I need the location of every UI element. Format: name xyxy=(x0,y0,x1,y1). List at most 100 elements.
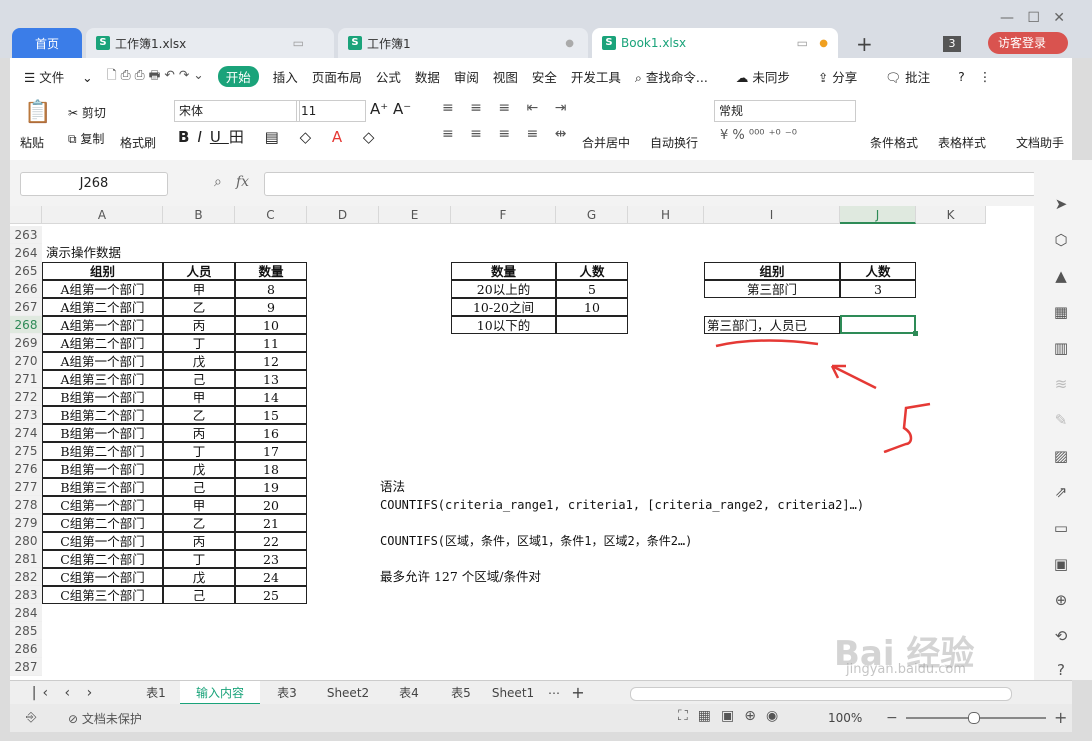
sheet-tab-input[interactable]: 输入内容 xyxy=(180,681,260,705)
merge-center-button[interactable]: 合并居中 xyxy=(582,134,630,151)
sheet-icon: S xyxy=(602,36,616,50)
fx-button[interactable]: fx xyxy=(236,174,249,190)
menu-start[interactable]: 开始 xyxy=(217,65,259,87)
sheet-tab-1[interactable]: 表1 xyxy=(136,681,176,705)
paste-button[interactable]: 粘贴 xyxy=(20,134,44,151)
edit-icon[interactable]: ✎ xyxy=(1051,410,1071,430)
archive-icon[interactable]: ▭ xyxy=(1051,518,1071,538)
menu-security[interactable]: 安全 xyxy=(532,67,557,86)
menu-developer[interactable]: 开发工具 xyxy=(571,67,621,86)
number-format-icons[interactable]: ¥ % ⁰⁰⁰ ⁺⁰ ⁻⁰ xyxy=(720,128,797,143)
comment-button[interactable]: 🗨 批注 xyxy=(885,67,944,86)
style-icon[interactable]: ▲ xyxy=(1051,266,1071,286)
search-command-label: 查找命令... xyxy=(645,69,708,85)
formula-input[interactable] xyxy=(264,172,1036,196)
shapes-icon[interactable]: ⬡ xyxy=(1051,230,1071,250)
settings-icon[interactable]: ≋ xyxy=(1051,374,1071,394)
new-tab-button[interactable]: + xyxy=(856,32,873,56)
sheet-icon: S xyxy=(96,36,110,50)
image-gallery-icon[interactable]: ▨ xyxy=(1051,446,1071,466)
red-handwritten-5 xyxy=(883,402,931,454)
tab-label: Book1.xlsx xyxy=(621,36,687,50)
layout-icon[interactable]: ⎆ xyxy=(26,710,36,725)
sheet-tab-4[interactable]: 表4 xyxy=(388,681,430,705)
format-painter-button[interactable]: 格式刷 xyxy=(120,134,156,151)
align-icons-bottom[interactable]: ≡ ≡ ≡ ≡ ⇹ xyxy=(442,126,572,142)
sheet-tabs-bar: |‹ ‹ › ›| 表1 输入内容 表3 Sheet2 表4 表5 Sheet1… xyxy=(10,680,1072,725)
zoom-in-icon[interactable]: + xyxy=(1054,708,1067,727)
share-icon[interactable]: ⇗ xyxy=(1051,482,1071,502)
zoom-search-icon[interactable]: ⌕ xyxy=(214,174,222,190)
chart-icon[interactable]: ▥ xyxy=(1051,338,1071,358)
grid-icon[interactable]: ▦ xyxy=(1051,302,1071,322)
zoom-level[interactable]: 100% xyxy=(828,711,862,725)
tab-workbook1[interactable]: S 工作簿1 ● xyxy=(338,28,588,58)
unsync-button[interactable]: ☁ 未同步 xyxy=(736,67,804,86)
sheet-tab-sheet1[interactable]: Sheet1 xyxy=(488,681,538,705)
name-box[interactable]: J268 xyxy=(20,172,168,196)
menu-page-layout[interactable]: 页面布局 xyxy=(312,67,362,86)
status-bar: ⎆ ⊘ 文档未保护 ⛶▦▣⊕◉ 100% − + xyxy=(10,704,1072,732)
search-command[interactable]: ⌕ 查找命令... xyxy=(635,67,722,86)
pointer-icon[interactable]: ➤ xyxy=(1051,194,1071,214)
history-icon[interactable]: ⟲ xyxy=(1051,626,1071,646)
horizontal-scrollbar[interactable] xyxy=(630,687,1012,701)
unsync-label: 未同步 xyxy=(752,69,790,85)
cut-button[interactable]: ✂ 剪切 xyxy=(68,104,106,121)
login-button[interactable]: 访客登录 xyxy=(988,32,1068,54)
more-tabs-icon[interactable]: ⋯ xyxy=(544,681,564,705)
menu-data[interactable]: 数据 xyxy=(415,67,440,86)
help-icon[interactable]: ? xyxy=(958,69,965,84)
picture-icon[interactable]: ▣ xyxy=(1051,554,1071,574)
align-icons-top[interactable]: ≡ ≡ ≡ ⇤ ⇥ xyxy=(442,100,572,116)
paste-icon[interactable]: 📋 xyxy=(24,100,51,125)
font-size-select[interactable]: 11 xyxy=(296,100,366,122)
copy-label: 复制 xyxy=(80,132,105,146)
monitor-icon: ▭ xyxy=(796,36,808,50)
protect-status-label: 文档未保护 xyxy=(81,712,142,726)
tab-workbook1-xlsx[interactable]: S 工作簿1.xlsx ▭ xyxy=(86,28,334,58)
share-button[interactable]: ⇪ 分享 xyxy=(818,67,871,86)
tab-count-badge[interactable]: 3 xyxy=(943,36,961,52)
right-sidebar: ➤ ⬡ ▲ ▦ ▥ ≋ ✎ ▨ ⇗ ▭ ▣ ⊕ ⟲ ? xyxy=(1034,160,1092,680)
menu-view[interactable]: 视图 xyxy=(493,67,518,86)
sheet-tab-3[interactable]: 表3 xyxy=(266,681,308,705)
window-controls[interactable]: — ☐ ✕ xyxy=(1000,10,1065,26)
menu-review[interactable]: 审阅 xyxy=(454,67,479,86)
font-style-icons[interactable]: BIU田 ▤ ◇ A ◇ xyxy=(178,126,382,147)
doc-helper-button[interactable]: 文档助手 xyxy=(1016,134,1064,151)
toolbar-quick-icons[interactable]: 🗋 ⎙ ⎙ 🖶 ↶ ↷ ⌄ xyxy=(107,66,204,87)
menu-formula[interactable]: 公式 xyxy=(376,67,401,86)
tab-home[interactable]: 首页 xyxy=(12,28,82,58)
cut-label: 剪切 xyxy=(81,106,106,120)
conditional-format-button[interactable]: 条件格式 xyxy=(870,134,918,151)
menu-insert[interactable]: 插入 xyxy=(273,67,298,86)
zoom-slider-thumb[interactable] xyxy=(968,712,980,724)
number-format-select[interactable]: 常规 xyxy=(714,100,856,122)
login-label: 访客登录 xyxy=(998,36,1047,50)
dot-icon: ● xyxy=(565,37,574,49)
add-sheet-button[interactable]: + xyxy=(568,681,588,705)
view-mode-icons[interactable]: ⛶▦▣⊕◉ xyxy=(678,708,788,724)
download-icon[interactable]: ⊕ xyxy=(1051,590,1071,610)
zoom-out-icon[interactable]: − xyxy=(886,710,898,726)
sheet-icon: S xyxy=(348,36,362,50)
sheet-tab-5[interactable]: 表5 xyxy=(440,681,482,705)
sheet-tab-sheet2[interactable]: Sheet2 xyxy=(318,681,378,705)
watermark-url: jingyan.baidu.com xyxy=(846,662,966,677)
help-circle-icon[interactable]: ? xyxy=(1051,660,1071,680)
protect-status[interactable]: ⊘ 文档未保护 xyxy=(68,710,142,727)
spreadsheet-grid[interactable]: A B C D E F G H I J K 263 264 265 266 267 268… xyxy=(10,206,1034,680)
tab-book1-xlsx[interactable]: S Book1.xlsx ▭ ● xyxy=(592,28,838,58)
wrap-text-button[interactable]: 自动换行 xyxy=(650,134,698,151)
sheet-nav-arrows[interactable]: |‹ ‹ › ›| xyxy=(20,681,110,725)
copy-button[interactable]: ⧉ 复制 xyxy=(68,130,104,147)
comment-label: 批注 xyxy=(905,69,931,85)
font-grow-shrink-icons[interactable]: A⁺ A⁻ xyxy=(370,100,411,118)
menu-file[interactable]: ☰ 文件 ⌄ xyxy=(24,67,93,86)
table-style-button[interactable]: 表格样式 xyxy=(938,134,986,151)
title-tab-bar: — ☐ ✕ 首页 S 工作簿1.xlsx ▭ S 工作簿1 ● S Book1.xlsx ▭… xyxy=(0,0,1092,58)
more-icon[interactable]: ⋮ xyxy=(979,69,992,84)
font-select[interactable]: 宋体 xyxy=(174,100,300,122)
red-annotation-layer xyxy=(715,339,931,454)
